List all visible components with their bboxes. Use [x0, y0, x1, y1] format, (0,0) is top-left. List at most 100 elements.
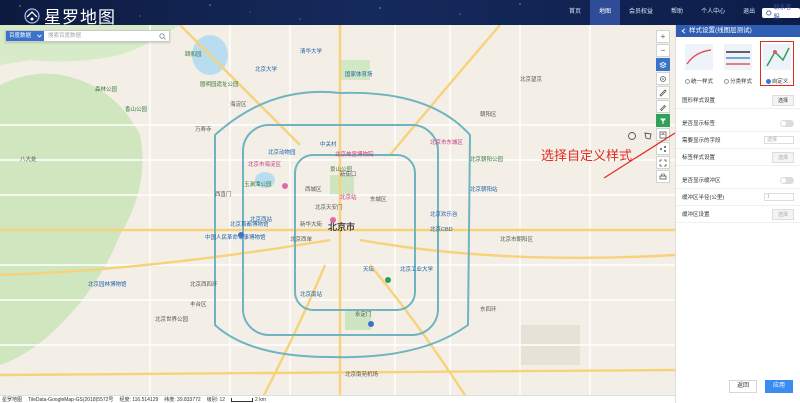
- style-option-unified[interactable]: 统一样式: [682, 44, 716, 92]
- chevron-down-icon: [37, 34, 42, 38]
- nav-help[interactable]: 帮助: [662, 0, 692, 25]
- buffer-radius-input[interactable]: 1: [764, 193, 794, 201]
- label-style-select-button[interactable]: 选择: [771, 151, 794, 163]
- setting-row-buffer-settings: 缓冲区设置 选择: [676, 206, 800, 223]
- map-label-place: 景山公园: [330, 167, 353, 173]
- zoom-out-button[interactable]: −: [656, 44, 670, 57]
- setting-label: 缓冲区设置: [682, 212, 710, 218]
- map-label-place: 永定门: [355, 312, 372, 318]
- setting-label: 是否显示缓冲区: [682, 178, 721, 184]
- apply-button[interactable]: 应用: [765, 380, 793, 393]
- radio-unified[interactable]: [684, 79, 690, 85]
- longitude-readout: 经度: 116.514129: [119, 397, 159, 403]
- map-label-place: 天坛: [363, 267, 375, 273]
- map-label-place: 八大处: [20, 157, 37, 163]
- map-label-place: 北京朝阳站: [470, 187, 498, 193]
- map-canvas[interactable]: [0, 25, 675, 403]
- map-label-place: 中国人民革命军事博物馆: [205, 235, 266, 241]
- map-label-place: 中关村: [320, 142, 337, 148]
- category-style-thumbnail: [724, 44, 752, 70]
- style-type-options: 统一样式 分类样式 自定义: [676, 37, 800, 92]
- map-label-place: 新华大街: [300, 222, 323, 228]
- search-button[interactable]: [155, 31, 169, 41]
- map-label-place: 清华大学: [300, 49, 323, 55]
- map-label-place: 北京首都博物馆: [230, 222, 269, 228]
- search-bar: 百度数据: [5, 30, 170, 42]
- style-option-custom[interactable]: 自定义: [760, 41, 794, 86]
- map-label-place: 北京工业大学: [400, 267, 434, 273]
- map-label-place: 北京天安门: [315, 205, 343, 211]
- radio-custom[interactable]: [765, 79, 771, 85]
- back-button[interactable]: 返回: [729, 380, 757, 393]
- map-poi-pin[interactable]: [238, 232, 244, 238]
- map-label-place: 东城区: [370, 197, 387, 203]
- map-view[interactable]: 北京市 中关村 北京西站 北京南站 丰台区 海淀区 朝阳区 东城区 西城区 北京…: [0, 25, 675, 403]
- map-label-place: 北京朝阳公园: [470, 157, 504, 163]
- search-source-select[interactable]: 百度数据: [6, 31, 44, 41]
- map-label-place: 北京世界公园: [155, 317, 189, 323]
- map-poi-pin[interactable]: [368, 321, 374, 327]
- panel-header: 样式设置(线图层测试): [676, 25, 800, 37]
- map-poi-pin[interactable]: [385, 277, 391, 283]
- map-label-place: 西城区: [305, 187, 322, 193]
- map-label-place: 北京CBD: [430, 227, 453, 233]
- custom-style-thumbnail: [763, 44, 791, 70]
- nav-logout[interactable]: 退出: [734, 0, 764, 25]
- map-label-place: 北京南站: [300, 292, 323, 298]
- setting-row-label-field: 需要显示的字段 选择: [676, 132, 800, 149]
- setting-row-show-label: 是否显示标签: [676, 115, 800, 132]
- show-buffer-toggle[interactable]: [780, 176, 794, 184]
- style-settings-panel: 样式设置(线图层测试) 统一样式 分类样式 自定义 图形样式设置 选择 是否显示…: [675, 25, 800, 403]
- setting-label: 图形样式设置: [682, 98, 716, 104]
- style-option-label: 分类样式: [729, 79, 752, 85]
- graphic-style-select-button[interactable]: 选择: [771, 94, 794, 106]
- nav-map[interactable]: 地图: [590, 0, 621, 25]
- nav-membership[interactable]: 会员权益: [620, 0, 662, 25]
- plus-icon: +: [660, 32, 666, 41]
- map-poi-pin[interactable]: [282, 183, 288, 189]
- map-poi-pin[interactable]: [330, 217, 336, 223]
- map-label-place: 北京望京: [520, 77, 543, 83]
- style-option-label: 自定义: [771, 79, 789, 85]
- map-label-place: 香山公园: [125, 107, 148, 113]
- map-label-place: 海淀区: [230, 102, 247, 108]
- layers-icon: [659, 61, 667, 68]
- map-label-place: 北京西四环: [190, 282, 218, 288]
- nav-profile[interactable]: 个人中心: [692, 0, 734, 25]
- search-source-label: 百度数据: [9, 33, 32, 39]
- unified-style-thumbnail: [685, 44, 713, 70]
- map-status-bar: 星罗地图 TileData-GoogleMap-GS(2018)5572号 经度…: [0, 395, 675, 403]
- search-icon: [158, 32, 166, 40]
- map-label-place: 北京市东城区: [430, 140, 464, 146]
- setting-label: 标签样式设置: [682, 155, 716, 161]
- brand-name: 星罗地图: [44, 8, 116, 25]
- map-label-place: 北京市朝阳区: [500, 237, 534, 243]
- scale-bar-line: [231, 397, 254, 402]
- buffer-settings-select-button[interactable]: 选择: [771, 208, 794, 220]
- back-arrow-icon[interactable]: [681, 28, 686, 34]
- setting-row-graphic-style: 图形样式设置 选择: [676, 92, 800, 109]
- brand[interactable]: 星罗地图: [24, 3, 116, 25]
- setting-row-label-style: 标签样式设置 选择: [676, 149, 800, 166]
- main-nav: 首页 地图 会员权益 帮助 个人中心 退出: [560, 0, 764, 25]
- map-label-place: 北京欢乐谷: [430, 212, 458, 218]
- map-label-place: 北京大学: [255, 67, 278, 73]
- latitude-readout: 纬度: 39.833772: [164, 397, 201, 403]
- map-label-place: 丰台区: [190, 302, 207, 308]
- scale-bar-label: 2 km: [255, 396, 266, 403]
- panel-title: 样式设置(线图层测试): [689, 27, 752, 34]
- zoom-in-button[interactable]: +: [656, 30, 670, 43]
- nav-home[interactable]: 首页: [560, 0, 590, 25]
- contact-service-button[interactable]: 联系客服: [762, 5, 800, 21]
- search-input[interactable]: [44, 31, 155, 41]
- map-label-place: 颐和园: [185, 52, 202, 58]
- map-label-place: 万寿寺: [195, 127, 212, 133]
- label-field-select[interactable]: 选择: [764, 136, 794, 144]
- show-label-toggle[interactable]: [780, 119, 794, 127]
- style-option-category[interactable]: 分类样式: [721, 44, 755, 92]
- minus-icon: −: [660, 46, 666, 55]
- map-label-place: 北京南苑机场: [345, 372, 379, 378]
- radio-category[interactable]: [723, 79, 729, 85]
- western-hills-area: [0, 73, 143, 366]
- map-label-place: 东四环: [480, 307, 497, 313]
